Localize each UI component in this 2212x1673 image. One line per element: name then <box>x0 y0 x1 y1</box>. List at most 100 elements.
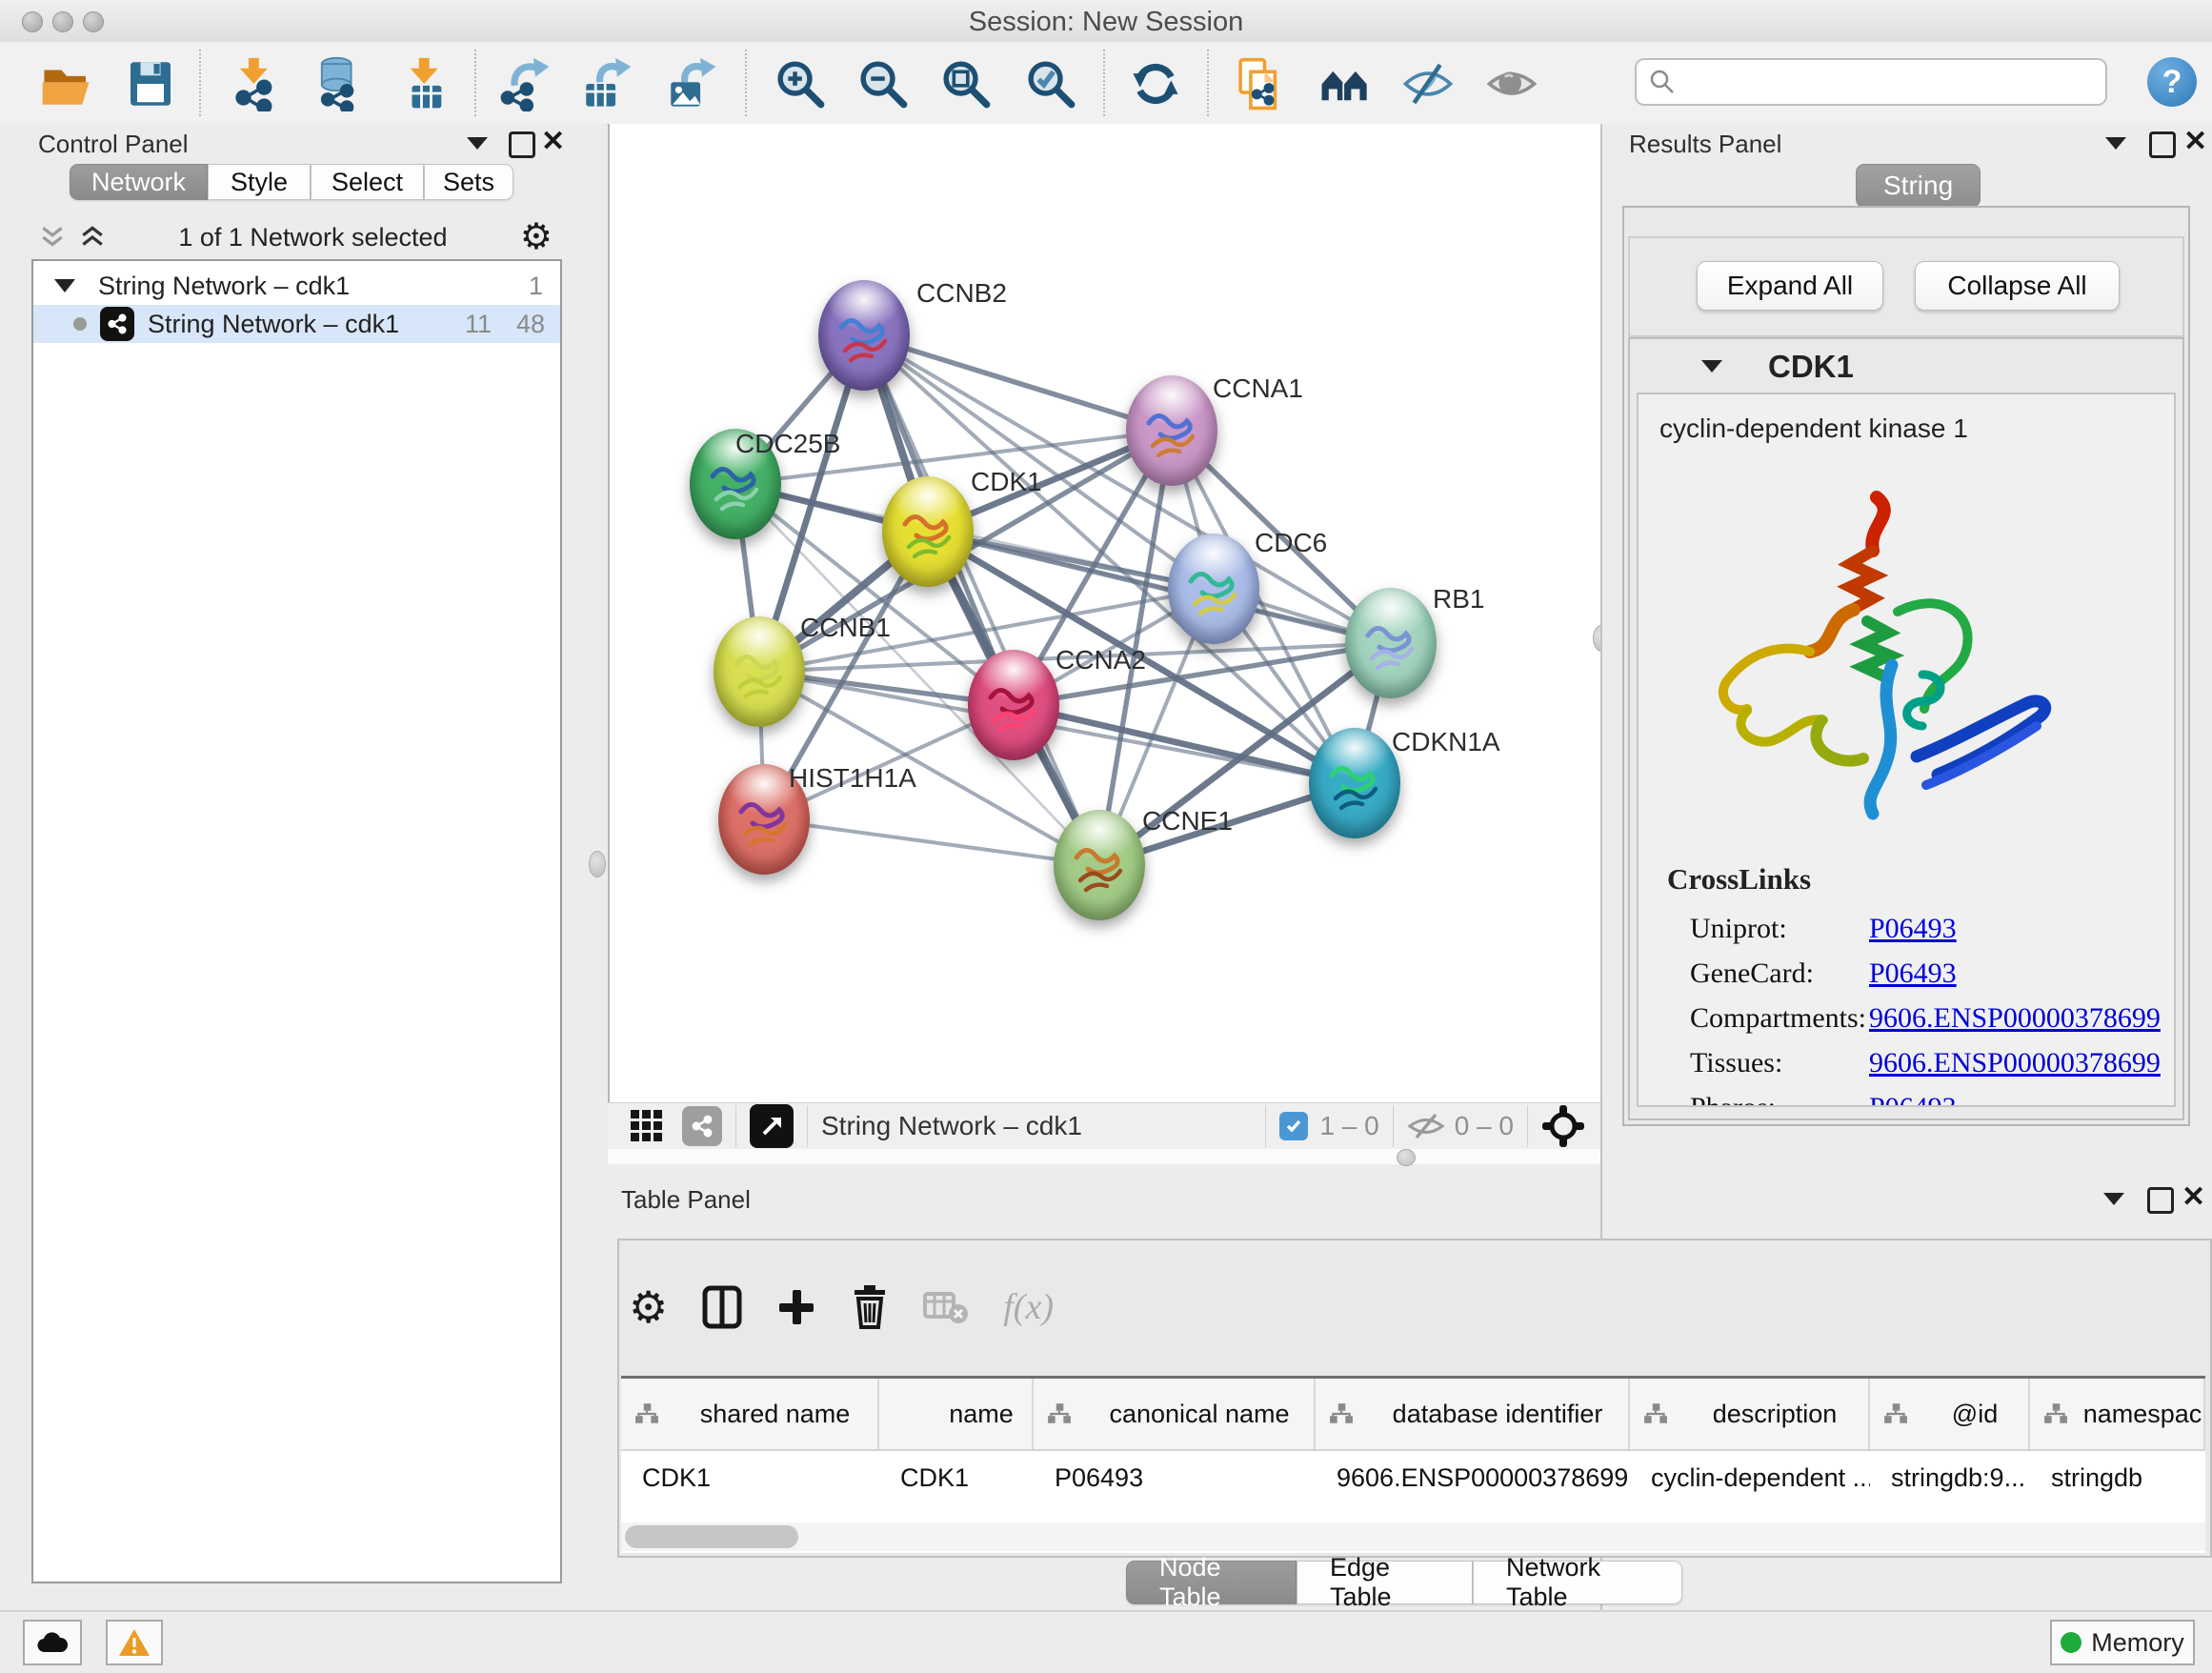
column-header-description[interactable]: description <box>1630 1379 1870 1449</box>
export-image-icon[interactable] <box>661 53 722 114</box>
new-network-from-selection-icon[interactable] <box>1229 53 1290 114</box>
expand-all-icon[interactable] <box>79 224 106 251</box>
node-CCNB2[interactable] <box>818 280 910 391</box>
node-CDC6[interactable] <box>1168 534 1259 644</box>
tab-style[interactable]: Style <box>208 164 311 200</box>
protein-thumbnail-icon <box>1069 836 1130 899</box>
node-CDKN1A[interactable] <box>1309 728 1400 838</box>
splitter-handle[interactable] <box>1397 1149 1416 1166</box>
protein-thumbnail-icon <box>729 643 790 706</box>
node-RB1[interactable] <box>1345 588 1437 698</box>
table-panel-float-icon[interactable] <box>2147 1187 2174 1214</box>
column-header-name[interactable]: name <box>879 1379 1034 1449</box>
tab-sets[interactable]: Sets <box>424 164 513 200</box>
table-horizontal-scrollbar[interactable] <box>621 1522 2205 1551</box>
network-collection-row[interactable]: String Network – cdk1 1 <box>33 267 560 305</box>
scrollbar-thumb[interactable] <box>625 1525 798 1548</box>
network-row-selected[interactable]: String Network – cdk1 11 48 <box>33 305 560 343</box>
crosslink-link[interactable]: 9606.ENSP00000378699 <box>1869 1002 2161 1035</box>
node-CCNE1[interactable] <box>1054 810 1145 920</box>
search-icon <box>1648 68 1677 96</box>
collection-expand-icon[interactable] <box>54 279 75 292</box>
tab-string[interactable]: String <box>1856 164 1981 208</box>
crosslink-row: Uniprot: P06493 <box>1690 906 2174 951</box>
crosslink-link[interactable]: 9606.ENSP00000378699 <box>1869 1047 2161 1079</box>
open-session-icon[interactable] <box>36 53 97 114</box>
show-columns-icon[interactable] <box>702 1285 742 1329</box>
results-panel-float-icon[interactable] <box>2149 131 2176 158</box>
control-panel-float-icon[interactable] <box>509 131 535 158</box>
network-overview-toggle-icon[interactable] <box>682 1106 722 1146</box>
column-header-shared-name[interactable]: shared name <box>621 1379 879 1449</box>
network-collection-bar: 1 of 1 Network selected ⚙ <box>31 217 562 257</box>
table-options-gear-icon[interactable]: ⚙ <box>629 1289 668 1325</box>
memory-button[interactable]: Memory <box>2050 1620 2195 1665</box>
column-header-@id[interactable]: @id <box>1870 1379 2030 1449</box>
show-all-icon[interactable] <box>1481 53 1542 114</box>
crosslink-row: Pharos: P06493 <box>1690 1085 2174 1107</box>
create-column-icon[interactable] <box>776 1287 816 1327</box>
export-network-icon[interactable] <box>494 53 555 114</box>
node-CDK1[interactable] <box>882 476 974 587</box>
refresh-view-icon[interactable] <box>1125 53 1186 114</box>
selected-nodes-checkbox[interactable] <box>1279 1112 1308 1140</box>
network-view-canvas[interactable]: CCNB2 CCNA1 CDC25B CDK1 CDC6 RB1 CCNB1 <box>608 124 1604 1102</box>
column-header-database-identifier[interactable]: database identifier <box>1316 1379 1630 1449</box>
crosslink-link[interactable]: P06493 <box>1869 957 1957 990</box>
cell-0: CDK1 <box>621 1463 879 1493</box>
network-options-gear-icon[interactable]: ⚙ <box>520 219 553 255</box>
node-CCNB1[interactable] <box>714 616 805 727</box>
delete-column-icon[interactable] <box>851 1284 889 1330</box>
hide-selected-icon[interactable] <box>1398 53 1458 114</box>
search-input[interactable] <box>1677 67 2090 98</box>
zoom-fit-content-icon[interactable] <box>935 53 996 114</box>
hidden-eye-icon[interactable] <box>1407 1112 1445 1140</box>
cloud-icon <box>35 1631 70 1654</box>
function-builder-icon[interactable]: f(x) <box>1003 1286 1054 1328</box>
tab-network-table[interactable]: Network Table <box>1473 1561 1682 1604</box>
delete-table-icon[interactable] <box>923 1288 969 1326</box>
table-row[interactable]: CDK1CDK1P064939606.ENSP00000378699cyclin… <box>621 1451 2205 1504</box>
zoom-out-icon[interactable] <box>853 53 914 114</box>
export-table-icon[interactable] <box>576 53 637 114</box>
column-header-canonical-name[interactable]: canonical name <box>1034 1379 1316 1449</box>
cdk1-gene-title: CDK1 <box>1768 349 1854 385</box>
crosslink-link[interactable]: P06493 <box>1869 1092 1957 1108</box>
control-panel-close-icon[interactable]: ✕ <box>541 131 565 152</box>
column-header-namespac[interactable]: namespac <box>2030 1379 2205 1449</box>
save-session-icon[interactable] <box>120 53 181 114</box>
collapse-all-button[interactable]: Collapse All <box>1915 261 2120 311</box>
network-edge-count: 48 <box>516 310 545 339</box>
cloud-status-button[interactable] <box>23 1620 82 1665</box>
expand-all-button[interactable]: Expand All <box>1697 261 1883 311</box>
tab-network[interactable]: Network <box>70 164 208 200</box>
results-panel-menu-icon[interactable] <box>2105 137 2126 150</box>
table-panel-menu-icon[interactable] <box>2103 1193 2124 1205</box>
results-panel-close-icon[interactable]: ✕ <box>2183 131 2207 152</box>
help-icon[interactable]: ? <box>2147 57 2197 107</box>
import-table-from-file-icon[interactable] <box>395 53 456 114</box>
control-panel-menu-icon[interactable] <box>467 137 488 150</box>
zoom-in-icon[interactable] <box>770 53 831 114</box>
network-table-splitter[interactable] <box>608 1149 1604 1164</box>
table-panel-close-icon[interactable]: ✕ <box>2182 1187 2205 1208</box>
import-network-from-file-icon[interactable] <box>227 53 288 114</box>
warnings-button[interactable] <box>106 1620 163 1665</box>
cdk1-collapse-icon[interactable] <box>1701 360 1722 373</box>
node-CCNA1[interactable] <box>1126 375 1217 486</box>
collapse-all-icon[interactable] <box>39 224 66 251</box>
pan-crosshair-icon[interactable] <box>1541 1104 1585 1148</box>
birds-eye-view-icon[interactable] <box>750 1104 794 1148</box>
first-neighbors-icon[interactable] <box>1315 53 1376 114</box>
zoom-selected-icon[interactable] <box>1020 53 1081 114</box>
tab-edge-table[interactable]: Edge Table <box>1297 1561 1473 1604</box>
control-splitter-handle[interactable] <box>589 851 606 877</box>
crosslink-label: Uniprot: <box>1690 913 1869 945</box>
node-CCNA2[interactable] <box>968 650 1059 760</box>
tab-select[interactable]: Select <box>311 164 424 200</box>
search-field[interactable] <box>1635 58 2107 106</box>
grid-view-icon[interactable] <box>629 1108 665 1144</box>
tab-node-table[interactable]: Node Table <box>1126 1561 1297 1604</box>
crosslink-link[interactable]: P06493 <box>1869 913 1957 945</box>
import-network-from-database-icon[interactable] <box>308 53 369 114</box>
